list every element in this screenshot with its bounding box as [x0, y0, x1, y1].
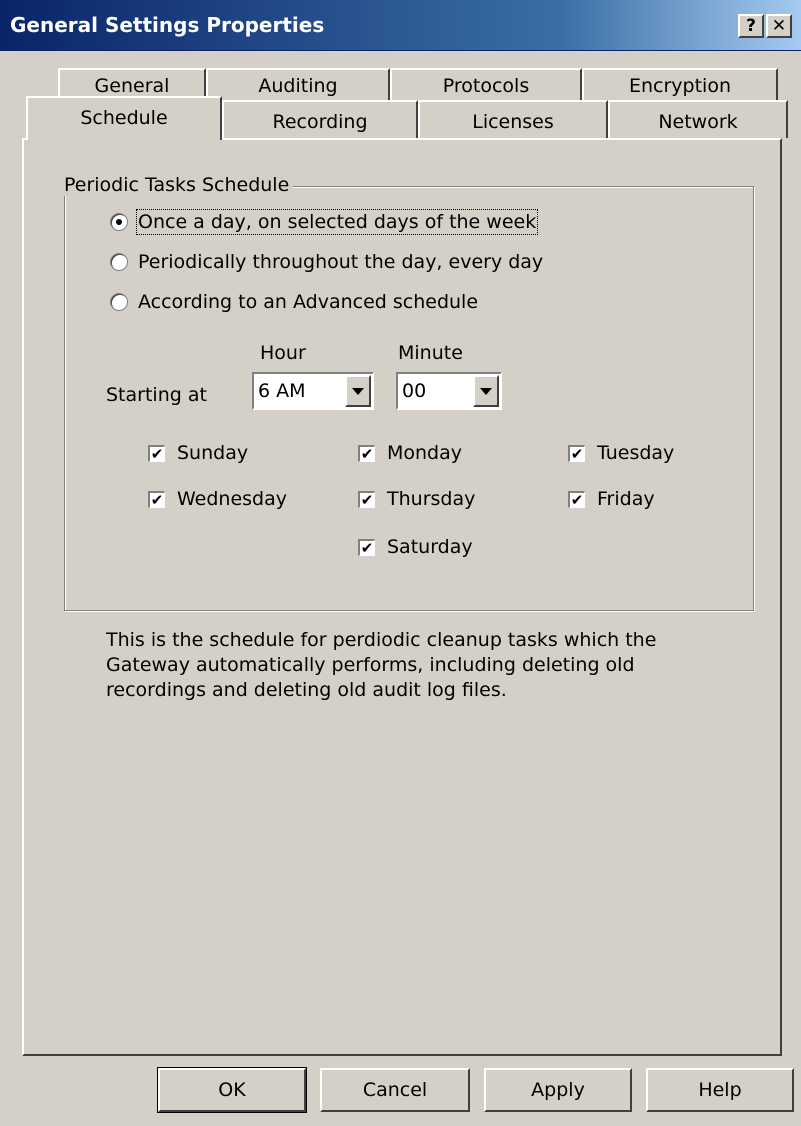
checkbox-saturday[interactable]: ✔ Saturday: [358, 534, 473, 560]
radio-label: Once a day, on selected days of the week: [135, 209, 539, 235]
title-bar: General Settings Properties ? ✕: [0, 0, 801, 51]
hour-select[interactable]: 6 AM: [252, 372, 374, 410]
apply-button[interactable]: Apply: [484, 1068, 632, 1112]
radio-advanced-schedule[interactable]: According to an Advanced schedule: [110, 288, 478, 316]
help-icon[interactable]: ?: [738, 14, 764, 38]
minute-label: Minute: [398, 342, 463, 364]
checkbox-checked-icon[interactable]: ✔: [148, 490, 165, 508]
checkbox-checked-icon[interactable]: ✔: [358, 444, 375, 462]
tab-encryption[interactable]: Encryption: [582, 68, 778, 100]
checkbox-checked-icon[interactable]: ✔: [358, 490, 375, 508]
tab-auditing[interactable]: Auditing: [206, 68, 390, 100]
chevron-down-icon[interactable]: [473, 375, 499, 407]
checkbox-checked-icon[interactable]: ✔: [358, 538, 375, 556]
day-label: Tuesday: [597, 442, 675, 464]
group-title: Periodic Tasks Schedule: [60, 174, 294, 196]
checkbox-checked-icon[interactable]: ✔: [148, 444, 165, 462]
radio-unselected-icon[interactable]: [110, 253, 128, 271]
radio-periodically[interactable]: Periodically throughout the day, every d…: [110, 248, 543, 276]
checkbox-checked-icon[interactable]: ✔: [568, 490, 585, 508]
tab-recording[interactable]: Recording: [222, 100, 418, 138]
day-label: Thursday: [387, 488, 476, 510]
ok-button[interactable]: OK: [158, 1068, 306, 1112]
help-button[interactable]: Help: [646, 1068, 794, 1112]
schedule-description: This is the schedule for perdiodic clean…: [106, 629, 657, 701]
checkbox-friday[interactable]: ✔ Friday: [568, 486, 655, 512]
checkbox-sunday[interactable]: ✔ Sunday: [148, 440, 248, 466]
day-label: Sunday: [177, 442, 249, 464]
minute-select[interactable]: 00: [396, 372, 502, 410]
tab-protocols[interactable]: Protocols: [390, 68, 582, 100]
radio-label: According to an Advanced schedule: [138, 291, 479, 313]
close-icon[interactable]: ✕: [766, 14, 792, 38]
checkbox-thursday[interactable]: ✔ Thursday: [358, 486, 475, 512]
checkbox-wednesday[interactable]: ✔ Wednesday: [148, 486, 287, 512]
minute-value: 00: [402, 380, 427, 402]
tab-licenses[interactable]: Licenses: [418, 100, 608, 138]
day-label: Saturday: [387, 536, 473, 558]
hour-label: Hour: [260, 342, 306, 364]
tab-schedule[interactable]: Schedule: [26, 96, 222, 140]
checkbox-monday[interactable]: ✔ Monday: [358, 440, 462, 466]
day-label: Monday: [387, 442, 463, 464]
cancel-button[interactable]: Cancel: [320, 1068, 470, 1112]
radio-selected-icon[interactable]: [110, 213, 128, 231]
tab-panel-schedule: Periodic Tasks Schedule Once a day, on s…: [22, 138, 782, 1056]
checkbox-tuesday[interactable]: ✔ Tuesday: [568, 440, 674, 466]
tab-network[interactable]: Network: [608, 100, 788, 138]
radio-unselected-icon[interactable]: [110, 293, 128, 311]
radio-once-a-day[interactable]: Once a day, on selected days of the week: [110, 208, 539, 236]
checkbox-checked-icon[interactable]: ✔: [568, 444, 585, 462]
radio-label: Periodically throughout the day, every d…: [138, 251, 544, 273]
day-label: Friday: [597, 488, 655, 510]
hour-value: 6 AM: [258, 380, 306, 402]
window-title: General Settings Properties: [10, 13, 325, 37]
day-label: Wednesday: [177, 488, 288, 510]
chevron-down-icon[interactable]: [345, 375, 371, 407]
starting-at-label: Starting at: [106, 384, 207, 406]
